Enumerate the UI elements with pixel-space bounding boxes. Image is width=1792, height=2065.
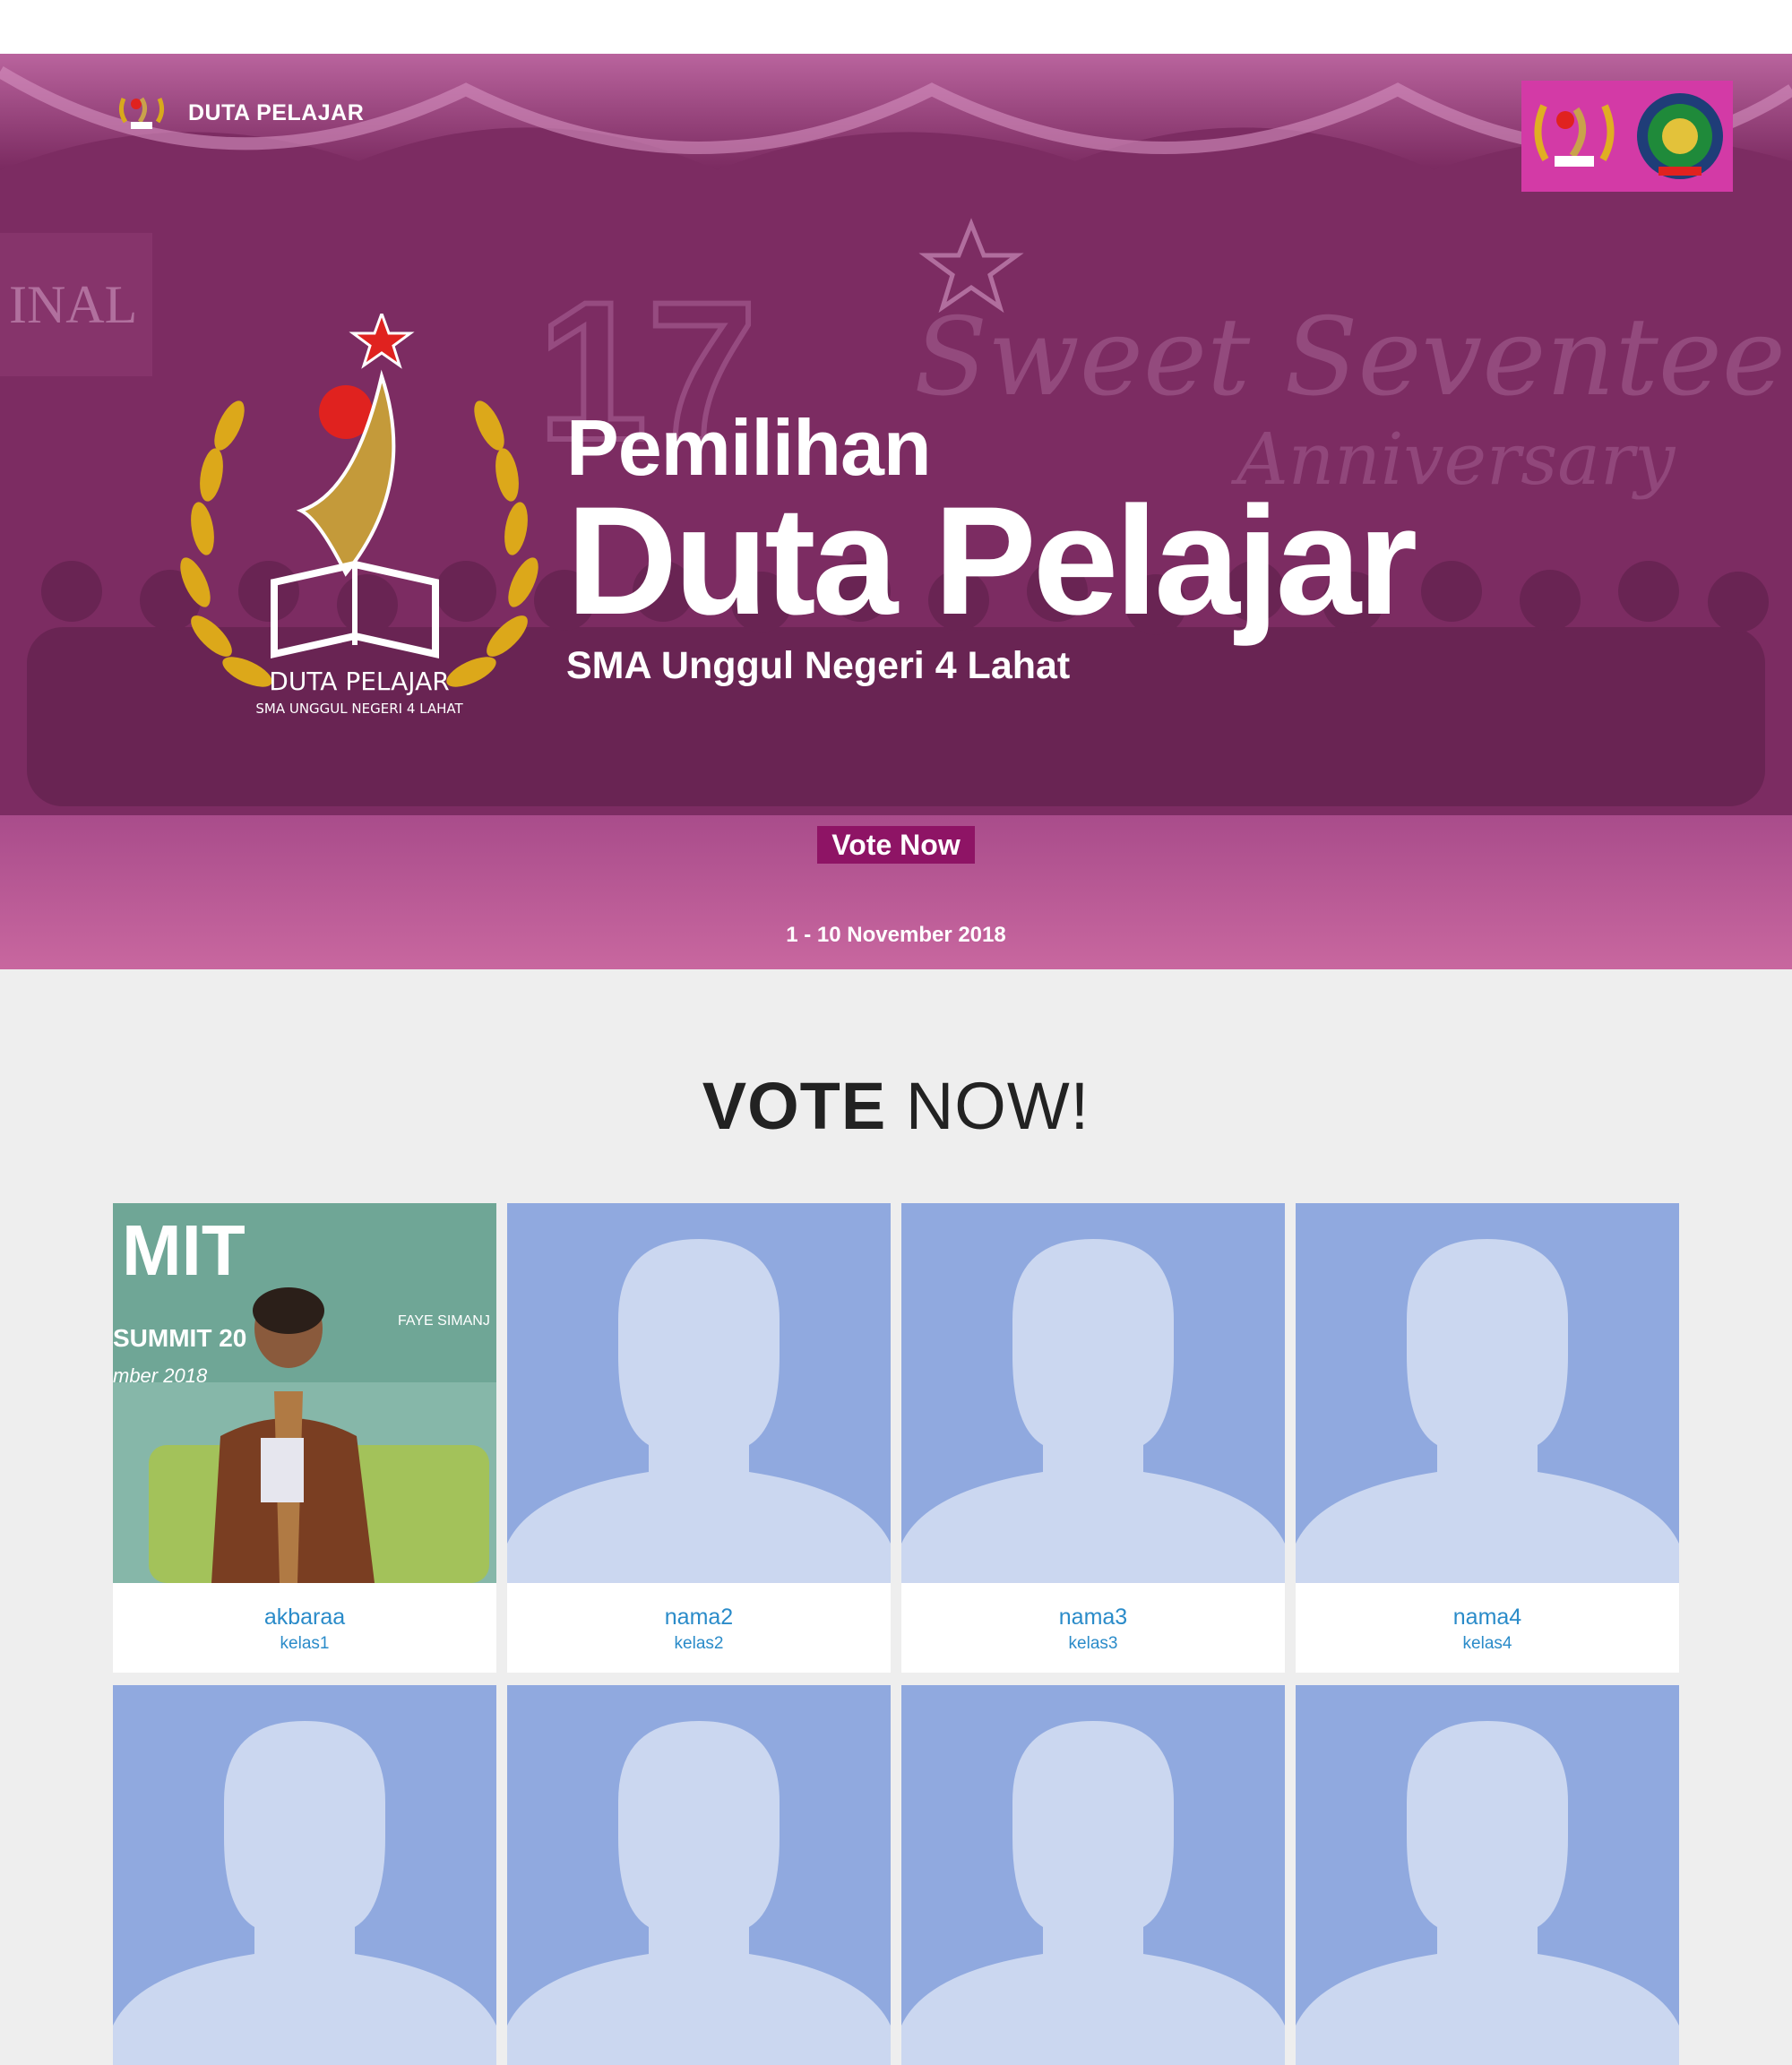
nav-brand[interactable]: DUTA PELAJAR [115, 86, 364, 140]
candidate-caption: nama3 kelas3 [901, 1583, 1285, 1673]
photo-text: FAYE SIMANJ [398, 1313, 490, 1329]
candidate-photo [901, 1685, 1285, 2065]
hero-title: Duta Pelajar [566, 475, 1417, 647]
candidate-class: kelas4 [1462, 1634, 1512, 1653]
candidate-card[interactable] [113, 1685, 496, 2065]
candidate-caption: akbaraa kelas1 [113, 1583, 496, 1673]
candidate-photo [1296, 1203, 1679, 1583]
avatar-placeholder-icon [507, 1685, 891, 2065]
candidate-name: nama2 [664, 1605, 734, 1630]
partner-logos [1521, 81, 1733, 192]
candidate-photo [507, 1685, 891, 2065]
duta-pelajar-logo-icon [118, 97, 165, 129]
emblem-subtitle: SMA UNGGUL NEGERI 4 LAHAT [255, 701, 463, 717]
vote-date: 1 - 10 November 2018 [786, 923, 1006, 947]
candidate-portrait: MIT SUMMIT 20 mber 2018 FAYE SIMANJ [113, 1203, 496, 1583]
candidate-name: nama3 [1058, 1605, 1128, 1630]
candidate-class: kelas3 [1068, 1634, 1118, 1653]
hero-subtitle: SMA Unggul Negeri 4 Lahat [566, 644, 1071, 687]
avatar-placeholder-icon [507, 1203, 891, 1583]
photo-text: MIT [122, 1210, 246, 1290]
candidate-caption: nama4 kelas4 [1296, 1583, 1679, 1673]
candidate-name: nama4 [1452, 1605, 1522, 1630]
candidate-card[interactable] [507, 1685, 891, 2065]
section-title-bold: VOTE [702, 1069, 887, 1143]
hero-banner: INAL 17 Sweet Seventeen Anniversary DUTA… [0, 54, 1792, 969]
photo-text: SUMMIT 20 [113, 1324, 246, 1352]
avatar-placeholder-icon [901, 1203, 1285, 1583]
hero-emblem-icon: DUTA PELAJAR SMA UNGGUL NEGERI 4 LAHAT [180, 314, 538, 717]
candidate-photo: MIT SUMMIT 20 mber 2018 FAYE SIMANJ [113, 1203, 496, 1583]
candidate-card[interactable]: nama2 kelas2 [507, 1203, 891, 1673]
candidate-name: akbaraa [263, 1605, 346, 1630]
candidate-card[interactable]: MIT SUMMIT 20 mber 2018 FAYE SIMANJ akba… [113, 1203, 496, 1673]
hero-heading: Pemilihan Duta Pelajar SMA Unggul Negeri… [566, 409, 1417, 687]
nav-brand-title: DUTA PELAJAR [188, 99, 365, 125]
emblem-title: DUTA PELAJAR [269, 667, 449, 696]
candidate-card[interactable]: nama4 kelas4 [1296, 1203, 1679, 1673]
candidate-photo [507, 1203, 891, 1583]
candidate-photo [113, 1685, 496, 2065]
duta-pelajar-emblem-icon [1534, 104, 1615, 167]
section-title: VOTE NOW! [0, 1068, 1792, 1144]
candidate-class: kelas2 [674, 1634, 724, 1653]
candidate-card[interactable]: nama3 kelas3 [901, 1203, 1285, 1673]
avatar-placeholder-icon [1296, 1685, 1679, 2065]
svg-text:INAL: INAL [9, 275, 137, 334]
candidate-card[interactable] [1296, 1685, 1679, 2065]
candidate-class: kelas1 [280, 1634, 330, 1653]
photo-text: mber 2018 [113, 1364, 208, 1387]
avatar-placeholder-icon [113, 1685, 496, 2065]
avatar-placeholder-icon [1296, 1203, 1679, 1583]
top-white-bar [0, 0, 1792, 54]
section-title-light: NOW! [905, 1069, 1090, 1143]
avatar-placeholder-icon [901, 1685, 1285, 2065]
candidate-caption: nama2 kelas2 [507, 1583, 891, 1673]
vote-now-button[interactable]: Vote Now [817, 826, 975, 864]
school-seal-icon [1637, 93, 1723, 179]
candidate-photo [1296, 1685, 1679, 2065]
candidate-card[interactable] [901, 1685, 1285, 2065]
candidate-photo [901, 1203, 1285, 1583]
svg-text:Sweet Seventeen: Sweet Seventeen [914, 296, 1792, 420]
